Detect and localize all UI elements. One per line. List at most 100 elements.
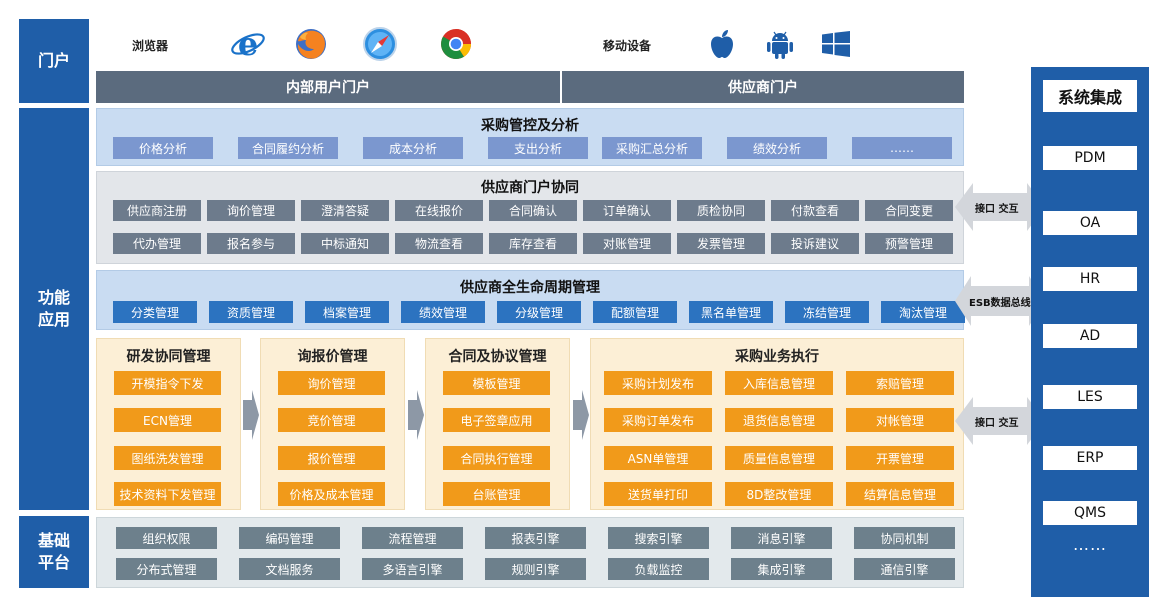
system-item[interactable]: HR — [1043, 267, 1137, 291]
execution-item[interactable]: 开票管理 — [846, 446, 954, 470]
block-item[interactable]: ECN管理 — [114, 408, 221, 432]
collab-item[interactable]: 投诉建议 — [771, 233, 859, 254]
lifecycle-item[interactable]: 绩效管理 — [401, 301, 485, 323]
platform-item[interactable]: 负载监控 — [608, 558, 709, 580]
system-item[interactable]: OA — [1043, 211, 1137, 235]
collab-item[interactable]: 预警管理 — [865, 233, 953, 254]
block-item[interactable]: 技术资料下发管理 — [114, 482, 221, 506]
collab-item[interactable]: 代办管理 — [113, 233, 201, 254]
collab-item[interactable]: 中标通知 — [301, 233, 389, 254]
platform-item[interactable]: 规则引擎 — [485, 558, 586, 580]
browser-label: 浏览器 — [132, 39, 169, 53]
platform-item[interactable]: 文档服务 — [239, 558, 340, 580]
firefox-icon — [296, 29, 326, 59]
block-item[interactable]: 电子签章应用 — [443, 408, 550, 432]
platform-item[interactable]: 流程管理 — [362, 527, 463, 549]
android-icon — [767, 31, 793, 59]
system-item[interactable]: LES — [1043, 385, 1137, 409]
platform-item[interactable]: 分布式管理 — [116, 558, 217, 580]
internal-user-portal[interactable]: 内部用户门户 — [96, 71, 560, 103]
function-layer-label: 功能 应用 — [19, 108, 89, 510]
lifecycle-item[interactable]: 冻结管理 — [785, 301, 869, 323]
contract-block: 合同及协议管理 模板管理 电子签章应用 合同执行管理 台账管理 — [425, 338, 570, 510]
analysis-item[interactable]: 成本分析 — [363, 137, 463, 159]
flow-arrow-icon — [408, 390, 424, 440]
block-item[interactable]: 报价管理 — [278, 446, 385, 470]
more-systems: …… — [1073, 535, 1107, 554]
lifecycle-item[interactable]: 配额管理 — [593, 301, 677, 323]
collab-item[interactable]: 合同确认 — [489, 200, 577, 221]
system-integration-title: 系统集成 — [1043, 80, 1137, 112]
section-title: 采购管控及分析 — [481, 118, 579, 134]
collab-item[interactable]: 合同变更 — [865, 200, 953, 221]
collab-item[interactable]: 订单确认 — [583, 200, 671, 221]
execution-item[interactable]: 8D整改管理 — [725, 482, 833, 506]
lifecycle-item[interactable]: 分级管理 — [497, 301, 581, 323]
supplier-portal[interactable]: 供应商门户 — [562, 71, 964, 103]
system-integration-panel: 系统集成 …… PDM OA HR AD LES ERP QMS — [1031, 67, 1149, 597]
platform-item[interactable]: 组织权限 — [116, 527, 217, 549]
platform-item[interactable]: 搜索引擎 — [608, 527, 709, 549]
block-item[interactable]: 竞价管理 — [278, 408, 385, 432]
collab-item[interactable]: 库存查看 — [489, 233, 577, 254]
analysis-item[interactable]: 绩效分析 — [727, 137, 827, 159]
collab-item[interactable]: 澄清答疑 — [301, 200, 389, 221]
collab-item[interactable]: 在线报价 — [395, 200, 483, 221]
analysis-item[interactable]: 价格分析 — [113, 137, 213, 159]
block-item[interactable]: 图纸洗发管理 — [114, 446, 221, 470]
execution-item[interactable]: 索赔管理 — [846, 371, 954, 395]
analysis-item[interactable]: …… — [852, 137, 952, 159]
execution-item[interactable]: 质量信息管理 — [725, 446, 833, 470]
lifecycle-item[interactable]: 淘汰管理 — [881, 301, 965, 323]
analysis-item[interactable]: 采购汇总分析 — [602, 137, 702, 159]
execution-item[interactable]: 对帐管理 — [846, 408, 954, 432]
execution-item[interactable]: 送货单打印 — [604, 482, 712, 506]
system-item[interactable]: AD — [1043, 324, 1137, 348]
execution-item[interactable]: 退货信息管理 — [725, 408, 833, 432]
execution-item[interactable]: ASN单管理 — [604, 446, 712, 470]
block-item[interactable]: 台账管理 — [443, 482, 550, 506]
block-title: 研发协同管理 — [126, 349, 211, 365]
collab-item[interactable]: 发票管理 — [677, 233, 765, 254]
collab-item[interactable]: 质检协同 — [677, 200, 765, 221]
platform-item[interactable]: 消息引擎 — [731, 527, 832, 549]
block-item[interactable]: 模板管理 — [443, 371, 550, 395]
system-item[interactable]: QMS — [1043, 501, 1137, 525]
platform-item[interactable]: 多语言引擎 — [362, 558, 463, 580]
block-item[interactable]: 开模指令下发 — [114, 371, 221, 395]
collab-item[interactable]: 供应商注册 — [113, 200, 201, 221]
execution-item[interactable]: 入库信息管理 — [725, 371, 833, 395]
block-item[interactable]: 价格及成本管理 — [278, 482, 385, 506]
collab-item[interactable]: 付款查看 — [771, 200, 859, 221]
platform-item[interactable]: 协同机制 — [854, 527, 955, 549]
platform-item[interactable]: 集成引擎 — [731, 558, 832, 580]
collab-item[interactable]: 询价管理 — [207, 200, 295, 221]
platform-item[interactable]: 通信引擎 — [854, 558, 955, 580]
analysis-item[interactable]: 合同履约分析 — [238, 137, 338, 159]
lifecycle-item[interactable]: 资质管理 — [209, 301, 293, 323]
flow-arrow-icon — [573, 390, 589, 440]
execution-item[interactable]: 采购订单发布 — [604, 408, 712, 432]
block-item[interactable]: 合同执行管理 — [443, 446, 550, 470]
supplier-lifecycle-section: 供应商全生命周期管理 分类管理 资质管理 档案管理 绩效管理 分级管理 配额管理 黑名单管理… — [96, 270, 965, 330]
portal-layer-label: 门户 — [19, 19, 89, 103]
execution-item[interactable]: 结算信息管理 — [846, 482, 954, 506]
collab-item[interactable]: 报名参与 — [207, 233, 295, 254]
system-item[interactable]: PDM — [1043, 146, 1137, 170]
block-item[interactable]: 询价管理 — [278, 371, 385, 395]
lifecycle-item[interactable]: 分类管理 — [113, 301, 197, 323]
chrome-icon — [441, 29, 471, 59]
procurement-execution-block: 采购业务执行 采购计划发布 采购订单发布 ASN单管理 送货单打印 入库信息管理 退货信息… — [590, 338, 964, 510]
execution-item[interactable]: 采购计划发布 — [604, 371, 712, 395]
connector-label: 接口 交互 — [975, 418, 1019, 429]
connector-label: 接口 交互 — [975, 204, 1019, 215]
collab-item[interactable]: 对账管理 — [583, 233, 671, 254]
platform-item[interactable]: 编码管理 — [239, 527, 340, 549]
collab-item[interactable]: 物流查看 — [395, 233, 483, 254]
platform-item[interactable]: 报表引擎 — [485, 527, 586, 549]
portal-access-row: 浏览器 e 移动设备 — [96, 19, 964, 69]
lifecycle-item[interactable]: 黑名单管理 — [689, 301, 773, 323]
lifecycle-item[interactable]: 档案管理 — [305, 301, 389, 323]
system-item[interactable]: ERP — [1043, 446, 1137, 470]
analysis-item[interactable]: 支出分析 — [488, 137, 588, 159]
